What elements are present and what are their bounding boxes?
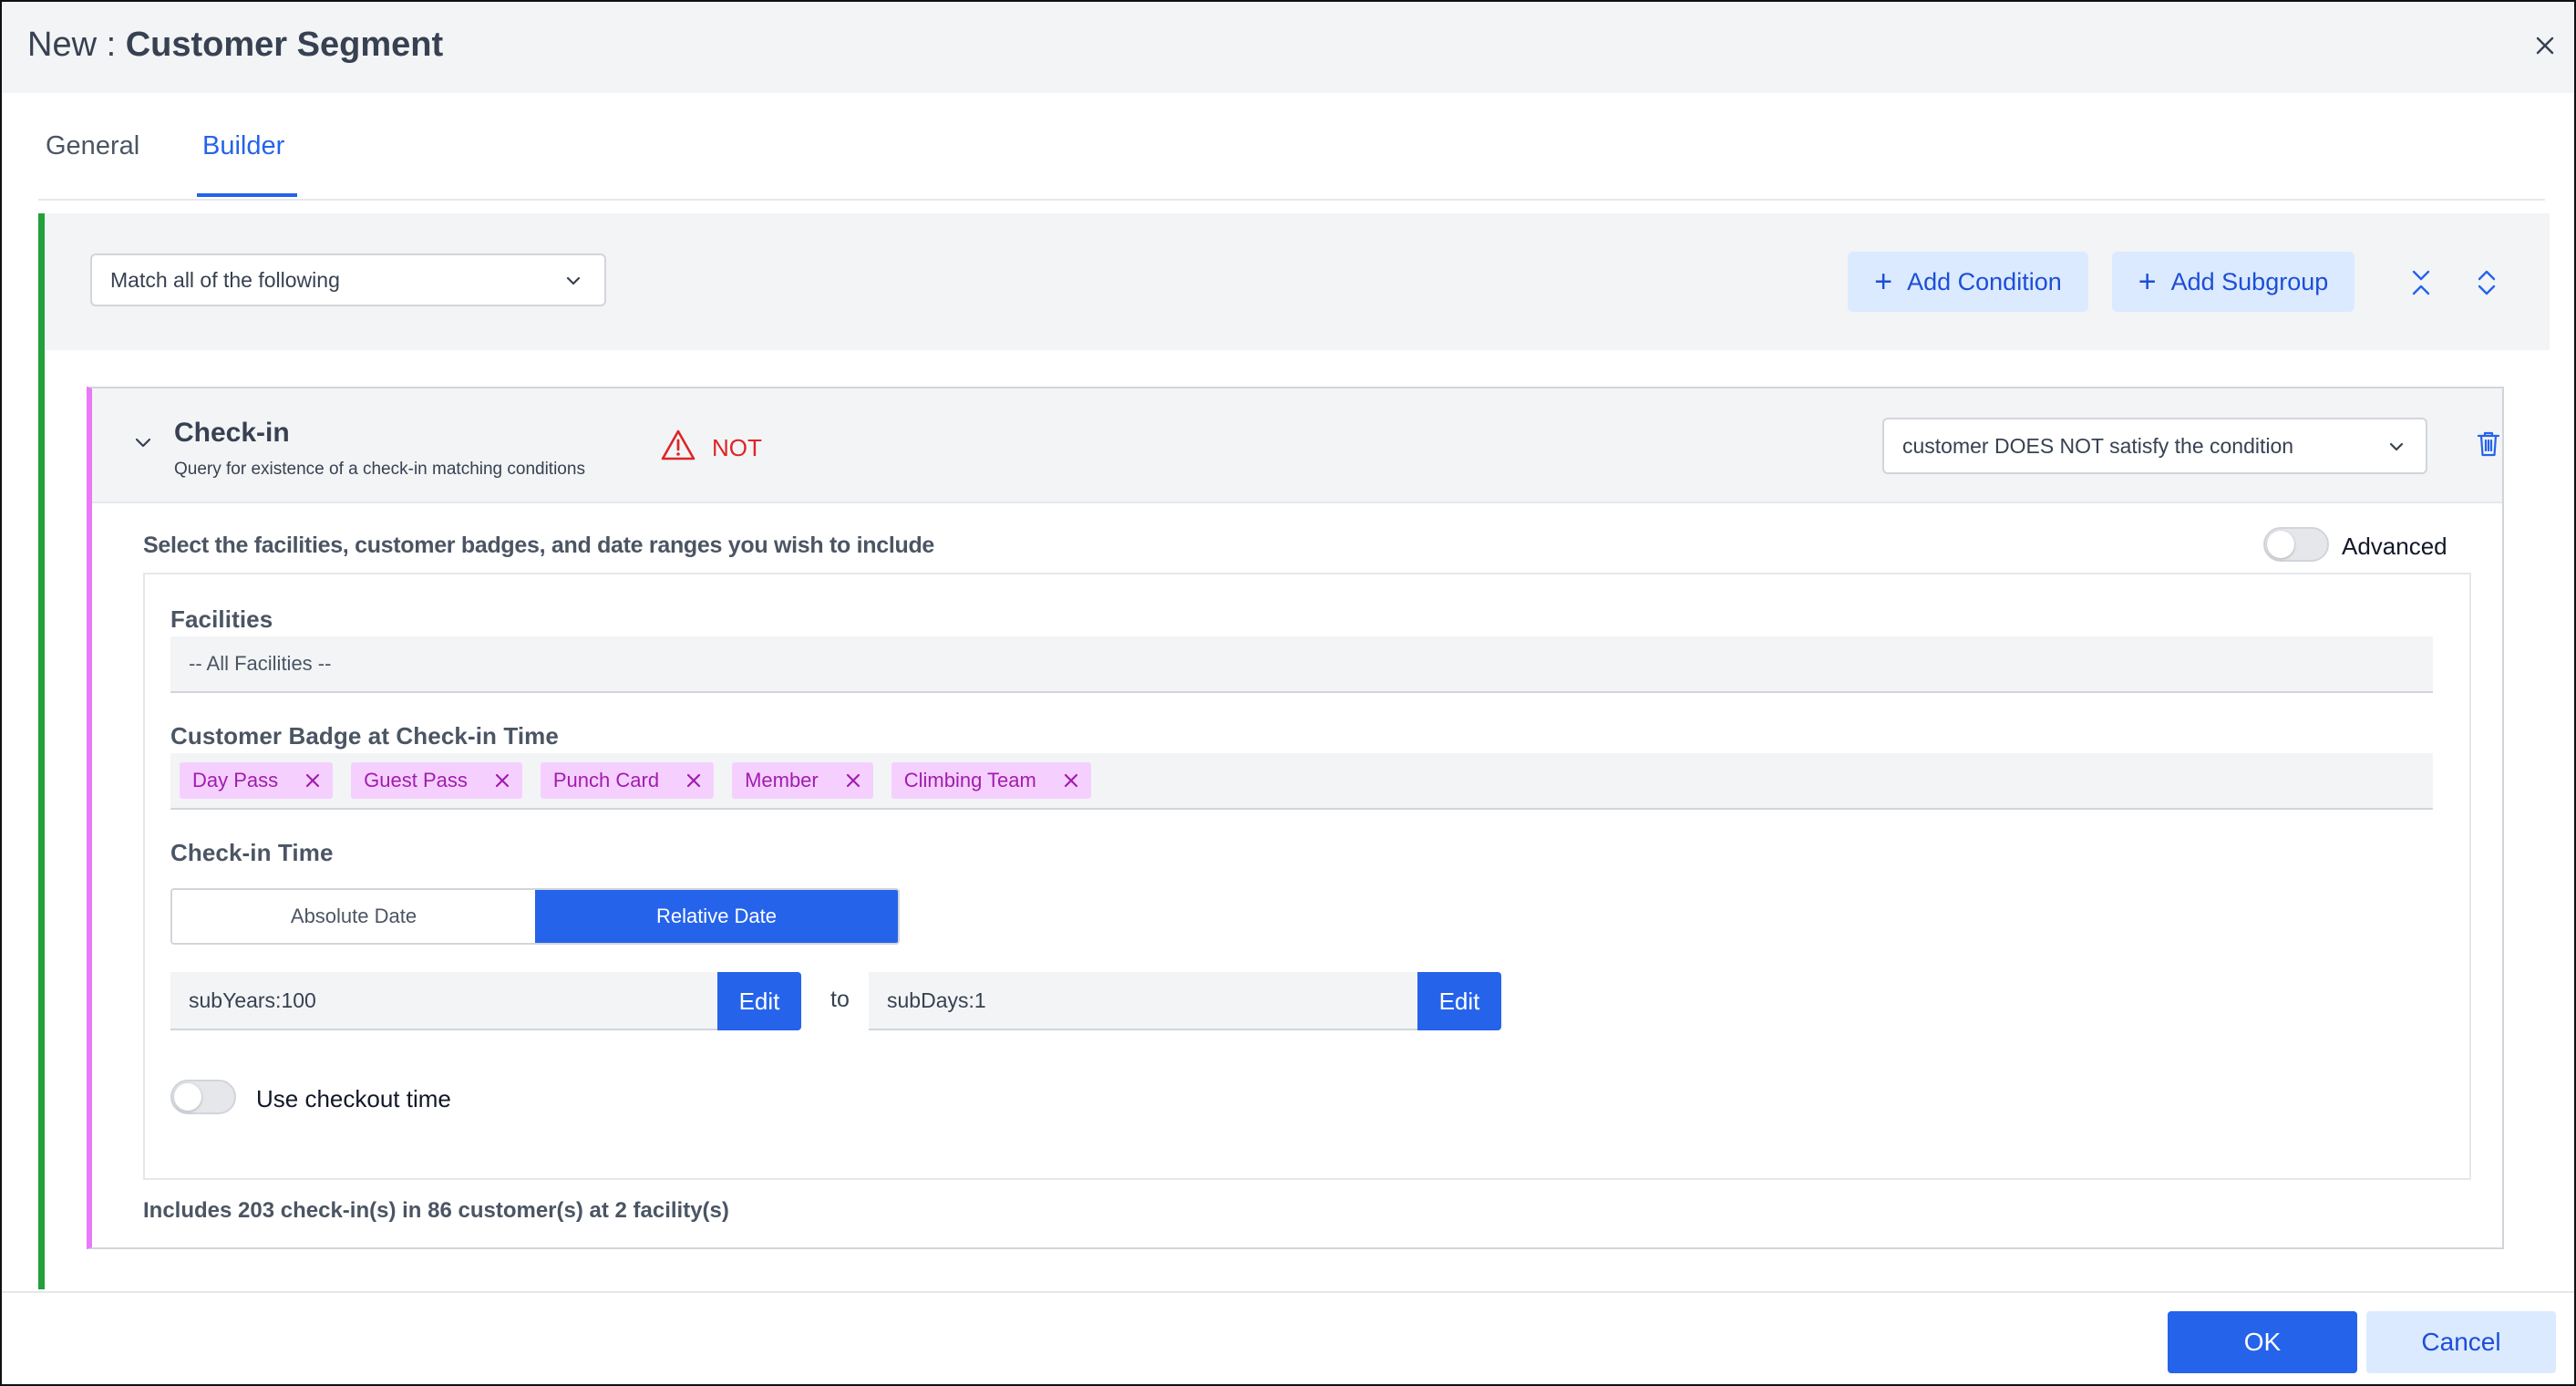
- badge-chip-label: Day Pass: [192, 769, 279, 791]
- plus-icon: +: [1874, 264, 1893, 299]
- tab-general[interactable]: General: [46, 131, 139, 161]
- badge-chip-label: Climbing Team: [903, 769, 1036, 791]
- expand-icon: [2478, 270, 2496, 295]
- group-toolbar: Match all of the following + Add Conditi…: [45, 213, 2550, 350]
- warning-icon: [661, 429, 696, 460]
- remove-icon[interactable]: [305, 773, 320, 788]
- date-mode-toggle: Absolute Date Relative Date: [170, 888, 900, 945]
- not-label: NOT: [712, 434, 762, 461]
- tab-builder[interactable]: Builder: [202, 131, 284, 161]
- remove-icon[interactable]: [686, 773, 701, 788]
- close-button[interactable]: [2529, 29, 2561, 62]
- cancel-button[interactable]: Cancel: [2366, 1311, 2556, 1373]
- tab-bar: General Builder: [38, 95, 2545, 201]
- remove-icon[interactable]: [1064, 773, 1078, 788]
- remove-icon[interactable]: [846, 773, 860, 788]
- badge-chip-punch-card: Punch Card: [540, 762, 715, 799]
- facilities-label: Facilities: [170, 605, 273, 633]
- edit-from-button[interactable]: Edit: [717, 972, 801, 1030]
- condition-summary: Includes 203 check-in(s) in 86 customer(…: [143, 1198, 729, 1223]
- condition-title: Check-in: [174, 418, 290, 448]
- dialog-title-prefix: New :: [27, 26, 117, 64]
- add-condition-label: Add Condition: [1907, 267, 2062, 295]
- trash-icon[interactable]: [2477, 430, 2500, 458]
- add-condition-button[interactable]: + Add Condition: [1848, 252, 2088, 312]
- remove-icon[interactable]: [495, 773, 510, 788]
- badge-chip-label: Punch Card: [552, 769, 660, 791]
- edit-to-button[interactable]: Edit: [1417, 972, 1501, 1030]
- to-date-input[interactable]: subDays:1: [869, 972, 1417, 1030]
- absolute-date-option[interactable]: Absolute Date: [172, 890, 535, 943]
- add-subgroup-button[interactable]: + Add Subgroup: [2112, 252, 2354, 312]
- condition-group: Match all of the following + Add Conditi…: [38, 213, 2550, 1289]
- range-separator: to: [830, 987, 850, 1012]
- active-tab-indicator: [197, 193, 297, 197]
- checkout-time-label: Use checkout time: [256, 1085, 451, 1112]
- satisfy-condition-value: customer DOES NOT satisfy the condition: [1902, 433, 2294, 458]
- advanced-toggle[interactable]: [2263, 527, 2329, 562]
- add-subgroup-label: Add Subgroup: [2170, 267, 2329, 295]
- condition-card: Check-in Query for existence of a check-…: [87, 387, 2504, 1249]
- dialog-title-name: Customer Segment: [125, 26, 444, 64]
- badge-multiselect[interactable]: Day Pass Guest Pass Punch Card Member Cl…: [170, 753, 2433, 810]
- facilities-select[interactable]: -- All Facilities --: [170, 636, 2433, 693]
- badge-label: Customer Badge at Check-in Time: [170, 722, 559, 750]
- chevron-down-icon: [566, 276, 581, 285]
- condition-options-panel: Facilities -- All Facilities -- Customer…: [143, 573, 2471, 1180]
- dialog-header: New : Customer Segment: [2, 2, 2574, 93]
- badge-chip-climbing-team: Climbing Team: [891, 762, 1091, 799]
- badge-chip-guest-pass: Guest Pass: [351, 762, 522, 799]
- from-date-value: subYears:100: [189, 988, 316, 1012]
- checkin-time-label: Check-in Time: [170, 839, 334, 866]
- badge-chip-label: Guest Pass: [364, 769, 468, 791]
- instruction-text: Select the facilities, customer badges, …: [143, 533, 935, 558]
- satisfy-condition-select[interactable]: customer DOES NOT satisfy the condition: [1882, 418, 2427, 474]
- relative-date-option[interactable]: Relative Date: [535, 890, 898, 943]
- badge-chip-member: Member: [732, 762, 873, 799]
- collapse-all-button[interactable]: [2406, 264, 2437, 301]
- advanced-label: Advanced: [2342, 533, 2447, 560]
- collapse-icon: [2412, 270, 2430, 295]
- to-date-value: subDays:1: [887, 988, 986, 1012]
- toggle-knob: [2267, 531, 2294, 558]
- close-icon: [2536, 36, 2554, 55]
- condition-header: Check-in Query for existence of a check-…: [92, 388, 2502, 503]
- expand-all-button[interactable]: [2471, 264, 2502, 301]
- badge-chip-day-pass: Day Pass: [180, 762, 334, 799]
- match-mode-value: Match all of the following: [110, 267, 340, 292]
- facilities-value: -- All Facilities --: [189, 652, 332, 675]
- match-mode-select[interactable]: Match all of the following: [90, 253, 606, 306]
- condition-subtitle: Query for existence of a check-in matchi…: [174, 460, 585, 479]
- dialog: New : Customer Segment General Builder M…: [0, 0, 2576, 1386]
- dialog-title: New : Customer Segment: [27, 26, 443, 65]
- dialog-footer: OK Cancel: [2, 1291, 2574, 1384]
- toggle-knob: [174, 1083, 201, 1111]
- badge-chip-label: Member: [745, 769, 819, 791]
- chevron-down-icon: [2389, 442, 2404, 451]
- checkout-time-toggle[interactable]: [170, 1080, 236, 1114]
- ok-button[interactable]: OK: [2168, 1311, 2357, 1373]
- plus-icon: +: [2138, 264, 2157, 299]
- from-date-input[interactable]: subYears:100: [170, 972, 717, 1030]
- chevron-down-icon[interactable]: [132, 432, 154, 454]
